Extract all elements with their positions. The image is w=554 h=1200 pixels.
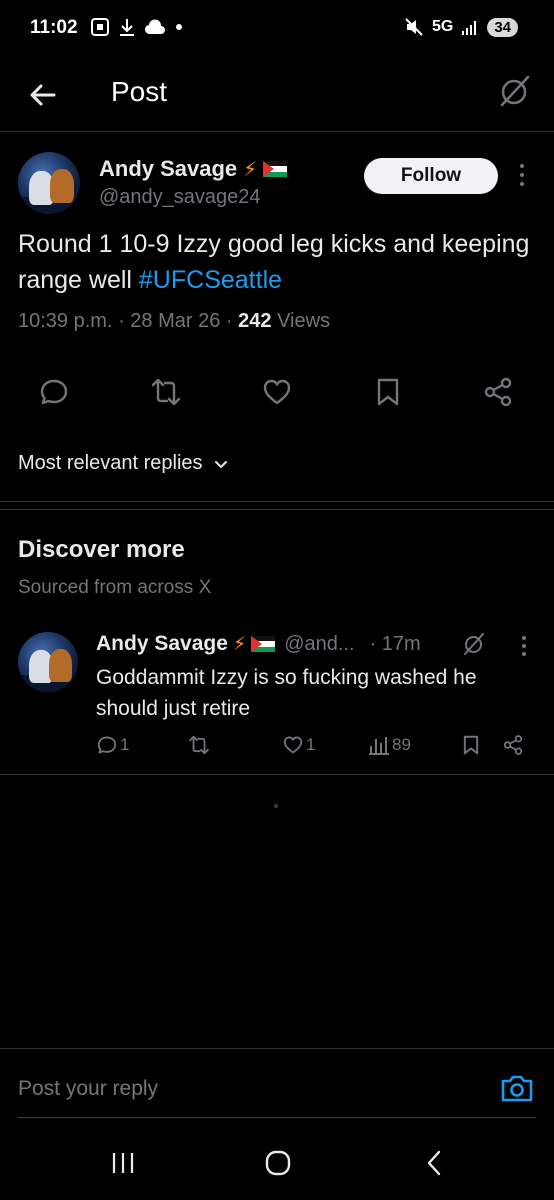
post-text: Goddammit Izzy is so fucking washed he s… [96, 666, 477, 720]
reply-input[interactable] [18, 1071, 478, 1107]
discover-post[interactable]: Andy Savage ⚡ @and... · 17m Goddammit Iz… [0, 620, 554, 774]
network-type: 5G [431, 18, 454, 35]
views-label: Views [277, 310, 331, 332]
reply-action[interactable]: 1 [96, 734, 129, 756]
author-name-text: Andy Savage [96, 632, 228, 655]
lightning-icon: ⚡ [232, 633, 247, 655]
grok-icon[interactable] [498, 74, 532, 108]
system-nav-bar [0, 1124, 554, 1200]
back-nav-icon[interactable] [420, 1148, 450, 1178]
grok-icon[interactable] [462, 632, 486, 656]
reply-bar [0, 1048, 554, 1120]
reply-underline [18, 1117, 536, 1118]
camera-icon[interactable] [500, 1073, 534, 1103]
post-date: 28 Mar 26 [130, 310, 221, 332]
divider [0, 774, 554, 775]
like-count: 1 [306, 735, 316, 754]
more-options-icon[interactable] [520, 636, 528, 656]
like-action[interactable]: 1 [282, 734, 315, 756]
discover-title: Discover more [18, 536, 185, 563]
dot-icon [176, 24, 182, 30]
palestine-flag-icon [263, 161, 288, 177]
avatar[interactable] [18, 152, 80, 214]
palestine-flag-icon [251, 636, 276, 652]
post-actions: 1 1 89 [0, 732, 554, 762]
views-count: 89 [392, 735, 411, 754]
download-icon [120, 19, 134, 36]
replies-sort-dropdown[interactable]: Most relevant replies [18, 452, 229, 475]
battery-level: 34 [487, 17, 518, 37]
repost-icon [189, 735, 209, 755]
post-meta: 10:39 p.m. · 28 Mar 26 · 242 Views [18, 310, 331, 332]
home-icon[interactable] [263, 1148, 293, 1178]
post-actions [0, 372, 554, 412]
share-action[interactable] [502, 734, 524, 756]
author-name-text: Andy Savage [99, 156, 238, 181]
recent-apps-icon[interactable] [108, 1148, 138, 1178]
hashtag-link[interactable]: #UFCSeattle [139, 266, 282, 294]
chevron-down-icon [214, 460, 227, 468]
signal-icon [462, 21, 477, 35]
page-title: Post [111, 76, 168, 107]
top-bar: Post [0, 60, 554, 132]
share-icon[interactable] [482, 376, 514, 408]
arrow-left-icon[interactable] [26, 78, 60, 112]
status-bar: 11:02 5G 34 [0, 0, 554, 60]
discover-subtitle: Sourced from across X [18, 577, 212, 598]
post-time: · 17m [369, 632, 421, 655]
screenshot-icon [91, 18, 109, 36]
cloud-icon [144, 19, 165, 35]
bookmark-icon[interactable] [372, 376, 404, 408]
post-text: Round 1 10-9 Izzy good leg kicks and kee… [18, 226, 538, 298]
bookmark-action[interactable] [460, 734, 482, 756]
status-right: 5G 34 [404, 17, 518, 37]
reply-icon [97, 736, 117, 754]
author-handle[interactable]: @andy_savage24 [99, 186, 261, 209]
bookmark-icon [463, 735, 479, 755]
like-icon[interactable] [261, 376, 293, 408]
status-time: 11:02 [30, 17, 78, 38]
views-action[interactable]: 89 [368, 734, 411, 756]
author-name[interactable]: Andy Savage ⚡ [99, 156, 288, 182]
divider [0, 501, 554, 502]
like-icon [283, 736, 303, 754]
post-time: 10:39 p.m. [18, 310, 113, 332]
replies-sort-label: Most relevant replies [18, 452, 203, 474]
follow-button[interactable]: Follow [364, 158, 498, 194]
author-name[interactable]: Andy Savage ⚡ @and... · 17m [96, 632, 421, 656]
status-left-icons [90, 17, 184, 37]
mute-icon [405, 18, 423, 36]
repost-action[interactable] [188, 734, 212, 756]
loading-dot [274, 804, 278, 808]
avatar[interactable] [18, 632, 78, 692]
views-icon [369, 737, 389, 755]
views-count: 242 [238, 310, 272, 332]
reply-icon[interactable] [38, 376, 70, 408]
more-options-icon[interactable] [518, 164, 526, 186]
repost-icon[interactable] [150, 376, 182, 408]
reply-count: 1 [120, 735, 130, 754]
author-handle: @and... [284, 632, 355, 655]
lightning-icon: ⚡ [243, 158, 258, 181]
share-icon [503, 735, 523, 755]
divider [0, 509, 554, 510]
